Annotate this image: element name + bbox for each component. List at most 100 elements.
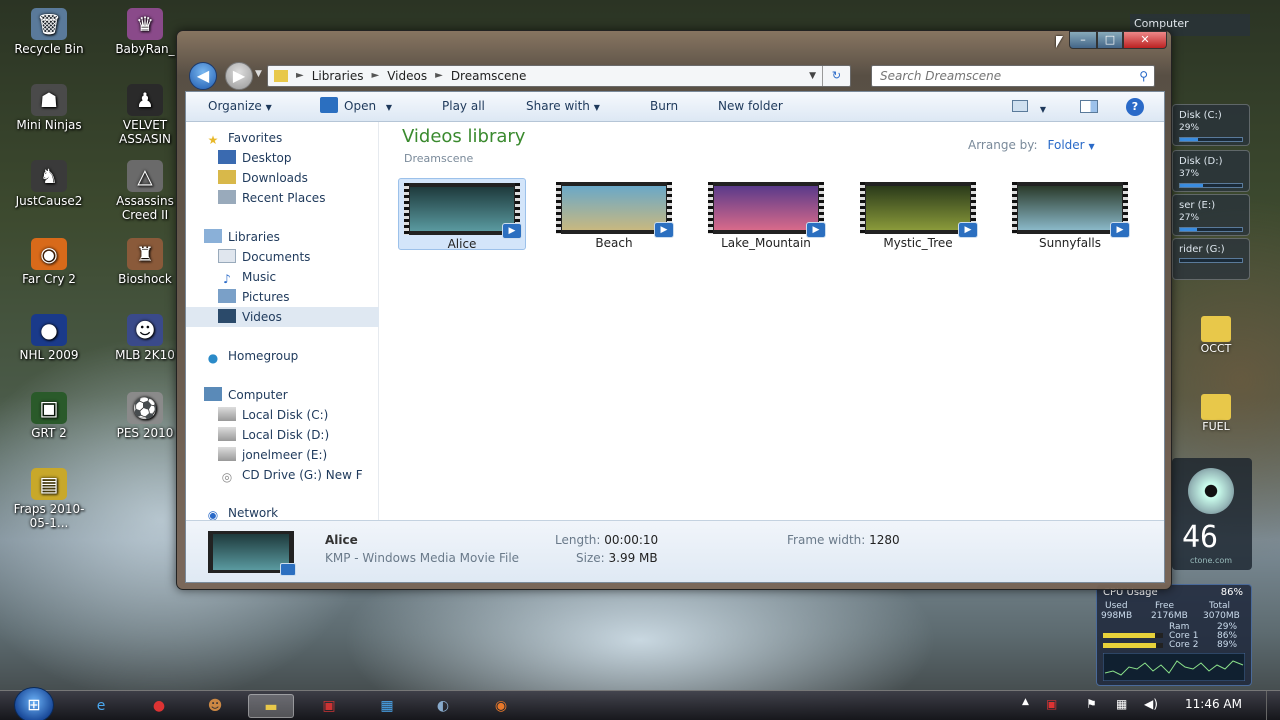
maximize-button[interactable]: □ [1097, 31, 1123, 49]
desktop-icon-2[interactable]: ☗ Mini Ninjas [6, 84, 92, 132]
arrange-by-dropdown[interactable]: Folder ▼ [1048, 138, 1095, 152]
address-dropdown-icon[interactable]: ▼ [809, 66, 816, 86]
breadcrumb-libraries[interactable]: Libraries [312, 66, 364, 86]
taskbar-firefox[interactable]: ◉ [478, 694, 524, 718]
taskbar-app-skull[interactable]: ☻ [192, 694, 238, 718]
drive-gadget-value: 37% [1179, 169, 1200, 179]
video-file-beach[interactable]: ▶ Beach [550, 178, 678, 250]
nav-homegroup[interactable]: ● Homegroup [204, 346, 396, 366]
nav-favorites[interactable]: ★ Favorites [204, 128, 396, 148]
close-button[interactable]: ✕ [1123, 31, 1167, 49]
cpu-gadget: CPU Usage 86% Used Free Total 998MB 2176… [1096, 584, 1252, 686]
flag-icon[interactable]: ⚑ [1086, 697, 1097, 711]
command-bar: Organize ▼ Open ▼ Play all Share with ▼ … [186, 92, 1164, 122]
video-file-mystic-tree[interactable]: ▶ Mystic_Tree [854, 178, 982, 250]
nav-drive-e[interactable]: jonelmeer (E:) [218, 445, 378, 465]
show-desktop-button[interactable] [1266, 691, 1280, 720]
free-value: 2176MB [1151, 611, 1188, 621]
taskbar-explorer[interactable]: ▬ [248, 694, 294, 718]
open-label: Open [344, 99, 377, 113]
taskbar-app-monitor[interactable]: ▣ [306, 694, 352, 718]
network-icon[interactable]: ▦ [1116, 697, 1127, 711]
search-box[interactable]: ⚲ [871, 65, 1155, 87]
help-button[interactable]: ? [1126, 98, 1144, 116]
eye-icon [1188, 468, 1234, 514]
tray-app-icon[interactable]: ▣ [1046, 697, 1057, 711]
video-file-name: Lake_Mountain [721, 236, 811, 250]
drive-usage-bar [1179, 183, 1243, 188]
taskbar-app-red[interactable]: ● [136, 694, 182, 718]
pictures-icon [218, 289, 236, 303]
recycle-bin-icon: 🗑 [31, 8, 67, 40]
cd-drive-icon: ◎ [221, 470, 233, 484]
app-icon: ▣ [322, 698, 336, 714]
start-button[interactable]: ⊞ [14, 687, 54, 720]
drive-gadget: Disk (C:) 29% [1172, 104, 1250, 146]
right-folder-fuel[interactable]: FUEL [1186, 394, 1246, 433]
desktop-icon-4[interactable]: ♞ JustCause2 [6, 160, 92, 208]
farcry-icon: ◉ [31, 238, 67, 270]
video-file-lake-mountain[interactable]: ▶ Lake_Mountain [702, 178, 830, 250]
desktop-icon [218, 150, 236, 164]
total-value: 3070MB [1203, 611, 1240, 621]
change-view-button[interactable]: ▼ [1012, 100, 1046, 115]
nav-computer[interactable]: Computer [204, 385, 396, 405]
back-button[interactable]: ◀ [189, 62, 217, 90]
desktop-icon-label: Far Cry 2 [22, 272, 76, 286]
desktop-icon-8[interactable]: ● NHL 2009 [6, 314, 92, 362]
open-button[interactable]: Open ▼ [320, 97, 392, 113]
libraries-icon [204, 229, 222, 243]
baseball-icon: ☻ [127, 314, 163, 346]
desktop-icon-0[interactable]: 🗑 Recycle Bin [6, 8, 92, 56]
nav-cd-drive-g[interactable]: ◎ CD Drive (G:) New F [218, 465, 378, 485]
nav-videos[interactable]: Videos [186, 307, 379, 327]
refresh-icon[interactable]: ↻ [822, 66, 850, 86]
documents-icon [218, 249, 236, 263]
preview-pane-button[interactable] [1080, 100, 1098, 116]
video-file-sunnyfalls[interactable]: ▶ Sunnyfalls [1006, 178, 1134, 250]
search-input[interactable] [880, 69, 1130, 83]
used-label: Used [1105, 601, 1128, 611]
show-hidden-icons[interactable]: ▲ [1022, 697, 1029, 707]
clock[interactable]: 11:46 AM [1185, 697, 1242, 711]
video-badge-icon: ▶ [654, 222, 674, 238]
core2-bar [1103, 643, 1163, 648]
taskbar-media-player[interactable]: ▦ [364, 694, 410, 718]
game-icon: △ [127, 160, 163, 192]
desktop-icon-10[interactable]: ▣ GRT 2 [6, 392, 92, 440]
forward-button[interactable]: ▶ [225, 62, 253, 90]
video-file-alice[interactable]: ▶ Alice [398, 178, 526, 251]
navigation-pane: ★ Favorites Desktop Downloads Recent Plac… [186, 122, 379, 522]
taskbar-ie[interactable]: e [78, 694, 124, 718]
cpu-value: 86% [1220, 587, 1243, 598]
volume-icon[interactable]: ◀) [1144, 697, 1158, 711]
video-file-name: Mystic_Tree [883, 236, 953, 250]
library-subtitle: Dreamscene [404, 152, 474, 165]
breadcrumb-dreamscene[interactable]: Dreamscene [451, 66, 527, 86]
address-bar[interactable]: ► Libraries ► Videos ► Dreamscene ▼ ↻ [267, 65, 851, 87]
search-icon[interactable]: ⚲ [1139, 66, 1148, 86]
video-badge-icon [280, 563, 296, 576]
desktop-icon-12[interactable]: ▤ Fraps 2010-05-1... [6, 468, 92, 530]
nav-libraries[interactable]: Libraries [204, 227, 396, 247]
breadcrumb-videos[interactable]: Videos [387, 66, 427, 86]
star-icon: ★ [207, 133, 219, 147]
minimize-button[interactable]: – [1069, 31, 1097, 49]
drive-icon [218, 447, 236, 461]
drive-gadget-label: ser (E:) [1179, 200, 1216, 211]
clock-number: 46 [1182, 520, 1219, 555]
right-folder-occt[interactable]: OCCT [1186, 316, 1246, 355]
organize-button[interactable]: Organize ▼ [208, 99, 272, 113]
video-file-name: Alice [447, 237, 477, 251]
play-all-button[interactable]: Play all [442, 99, 485, 113]
new-folder-button[interactable]: New folder [718, 99, 783, 113]
core2-value: 89% [1217, 640, 1238, 650]
recent-pages-dropdown[interactable]: ▼ [255, 69, 262, 79]
desktop-icon-6[interactable]: ◉ Far Cry 2 [6, 238, 92, 286]
view-icon [1012, 100, 1028, 112]
nav-computer-label: Computer [228, 388, 288, 402]
share-with-button[interactable]: Share with ▼ [526, 99, 600, 113]
taskbar-app-chat[interactable]: ◐ [420, 694, 466, 718]
burn-button[interactable]: Burn [650, 99, 678, 113]
ie-icon: e [96, 698, 106, 714]
